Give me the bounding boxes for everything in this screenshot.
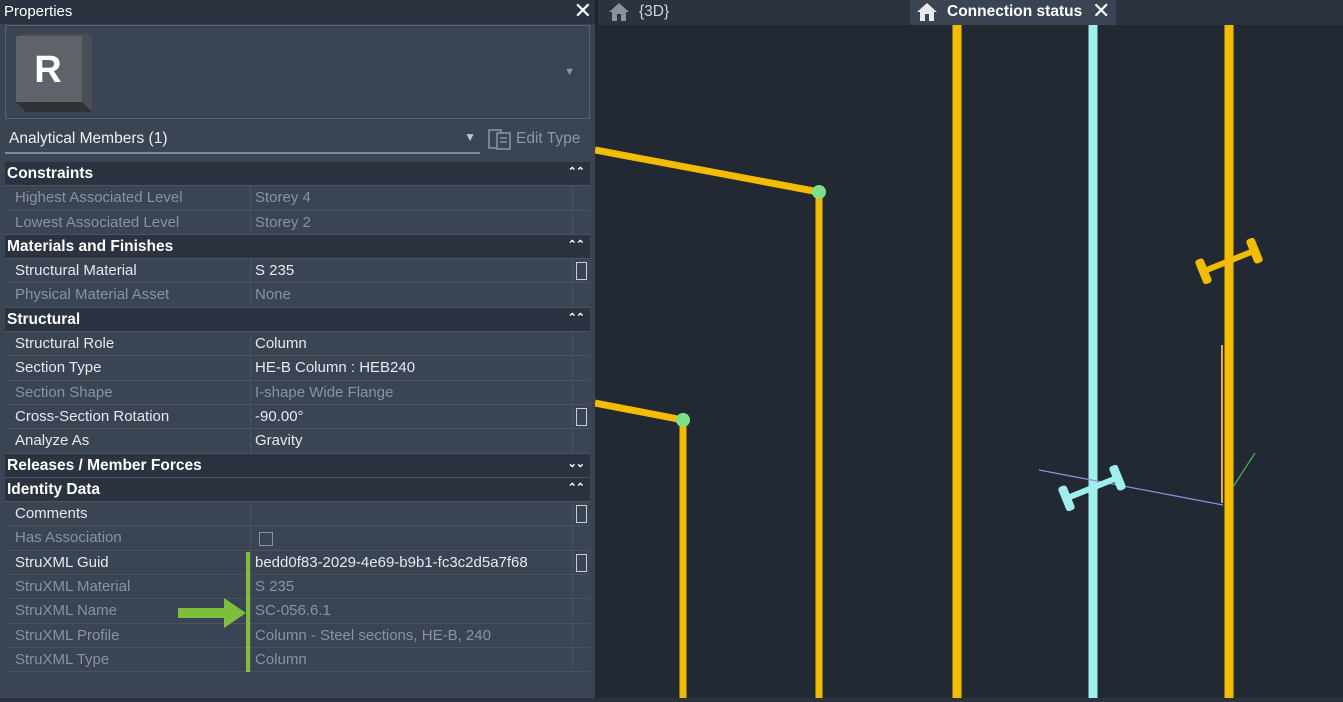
group-releases-member-forces[interactable]: Releases / Member Forces ⌄⌄ <box>5 453 590 478</box>
group-title: Structural <box>7 310 81 328</box>
tab-connection-status[interactable]: Connection status ✕ <box>910 0 1116 25</box>
property-name: Structural Material <box>5 259 251 283</box>
type-selector[interactable]: R ▼ <box>5 25 590 119</box>
selection-filter-label: Analytical Members (1) <box>9 130 168 147</box>
edit-type-button[interactable]: Edit Type <box>485 124 590 154</box>
property-row: Physical Material Asset None <box>5 283 590 308</box>
group-identity-data[interactable]: Identity Data ⌃⌃ <box>5 477 590 503</box>
close-icon[interactable]: ✕ <box>1092 0 1110 22</box>
chevron-down-icon[interactable]: ▼ <box>464 130 476 144</box>
view-tab-bar: {3D} Connection status ✕ <box>598 0 1343 25</box>
property-value[interactable]: Column <box>251 332 573 356</box>
home-icon <box>917 3 937 21</box>
group-title: Releases / Member Forces <box>7 456 202 474</box>
group-constraints[interactable]: Constraints ⌃⌃ <box>5 162 590 187</box>
home-icon <box>609 3 629 21</box>
group-title: Identity Data <box>7 480 101 498</box>
annotation-arrow-icon <box>178 598 246 628</box>
property-value: Column <box>251 647 573 672</box>
browse-button[interactable] <box>576 505 587 524</box>
property-value: SC-056.6.1 <box>251 599 573 623</box>
property-value[interactable]: bedd0f83-2029-4e69-b9b1-fc3c2d5a7f68 <box>251 550 573 575</box>
property-row: StruXML Profile Column - Steel sections,… <box>5 623 590 648</box>
has-association-checkbox[interactable] <box>259 532 273 547</box>
property-value[interactable]: -90.00° <box>251 404 573 429</box>
3d-viewport[interactable] <box>594 25 1343 698</box>
tab-3d-view[interactable]: {3D} <box>602 0 912 25</box>
properties-title-bar: Properties ✕ <box>0 0 595 24</box>
collapse-icon[interactable]: ⌃⌃ <box>568 165 585 178</box>
collapse-icon[interactable]: ⌃⌃ <box>568 311 585 324</box>
property-name: Comments <box>5 502 251 526</box>
structural-model-canvas[interactable] <box>594 25 1343 698</box>
analytical-beam <box>594 399 684 424</box>
property-row[interactable]: Cross-Section Rotation -90.00° <box>5 404 590 430</box>
property-value[interactable] <box>251 502 573 526</box>
collapse-icon[interactable]: ⌃⌃ <box>568 481 585 494</box>
property-row[interactable]: StruXML Guid bedd0f83-2029-4e69-b9b1-fc3… <box>5 550 590 576</box>
local-axis-line <box>1232 452 1256 488</box>
analytical-node <box>676 413 690 427</box>
expand-icon[interactable]: ⌄⌄ <box>568 457 585 470</box>
property-row: StruXML Name SC-056.6.1 <box>5 599 590 624</box>
property-row: StruXML Type Column <box>5 647 590 673</box>
properties-title: Properties <box>4 3 73 20</box>
property-row: Highest Associated Level Storey 4 <box>5 186 590 211</box>
property-name: Analyze As <box>5 429 251 453</box>
revit-logo: R <box>12 30 96 114</box>
property-row[interactable]: Analyze As Gravity <box>5 429 590 454</box>
property-name: Has Association <box>5 526 251 550</box>
property-name: StruXML Type <box>5 647 251 672</box>
property-name: Highest Associated Level <box>5 186 251 210</box>
property-name: Lowest Associated Level <box>5 210 251 234</box>
property-row[interactable]: Structural Role Column <box>5 332 590 357</box>
group-materials-and-finishes[interactable]: Materials and Finishes ⌃⌃ <box>5 234 590 260</box>
property-value: Storey 2 <box>251 210 573 234</box>
property-row: Section Shape I-shape Wide Flange <box>5 380 590 405</box>
property-value: Column - Steel sections, HE-B, 240 <box>251 623 573 647</box>
close-icon[interactable]: ✕ <box>574 0 592 22</box>
property-value <box>251 526 573 550</box>
property-row: Lowest Associated Level Storey 2 <box>5 210 590 235</box>
property-row: Has Association <box>5 526 590 551</box>
properties-grid: Constraints ⌃⌃ Highest Associated Level … <box>5 162 590 673</box>
property-name: Section Type <box>5 356 251 380</box>
properties-panel: Properties ✕ R ▼ Analytical Members (1) … <box>0 0 595 698</box>
property-name: Physical Material Asset <box>5 283 251 307</box>
revit-logo-letter: R <box>34 49 61 91</box>
chevron-down-icon[interactable]: ▼ <box>564 66 575 78</box>
edit-type-icon <box>488 129 511 150</box>
property-row[interactable]: Comments <box>5 502 590 527</box>
browse-button[interactable] <box>576 553 587 572</box>
selection-filter-dropdown[interactable]: Analytical Members (1) ▼ <box>5 124 480 154</box>
property-name: Section Shape <box>5 380 251 404</box>
tab-label: Connection status <box>947 3 1083 20</box>
property-name: StruXML Guid <box>5 550 251 575</box>
property-name: Structural Role <box>5 332 251 356</box>
property-row[interactable]: Section Type HE-B Column : HEB240 <box>5 356 590 381</box>
group-title: Constraints <box>7 165 94 182</box>
tab-label: {3D} <box>639 3 670 20</box>
property-value[interactable]: Gravity <box>251 429 573 453</box>
property-name: StruXML Material <box>5 575 251 599</box>
group-title: Materials and Finishes <box>7 237 174 255</box>
property-value: None <box>251 283 573 307</box>
browse-button[interactable] <box>576 407 587 426</box>
browse-button[interactable] <box>576 262 587 281</box>
property-value: Storey 4 <box>251 186 573 210</box>
collapse-icon[interactable]: ⌃⌃ <box>568 238 585 251</box>
analytical-node <box>812 185 826 199</box>
property-name: Cross-Section Rotation <box>5 404 251 429</box>
property-value[interactable]: HE-B Column : HEB240 <box>251 356 573 380</box>
property-row: StruXML Material S 235 <box>5 575 590 600</box>
property-value[interactable]: S 235 <box>251 259 573 283</box>
property-row[interactable]: Structural Material S 235 <box>5 259 590 284</box>
property-value: S 235 <box>251 575 573 599</box>
edit-type-label: Edit Type <box>516 130 581 147</box>
analytical-beam <box>594 146 820 196</box>
group-structural[interactable]: Structural ⌃⌃ <box>5 307 590 333</box>
property-value: I-shape Wide Flange <box>251 380 573 404</box>
